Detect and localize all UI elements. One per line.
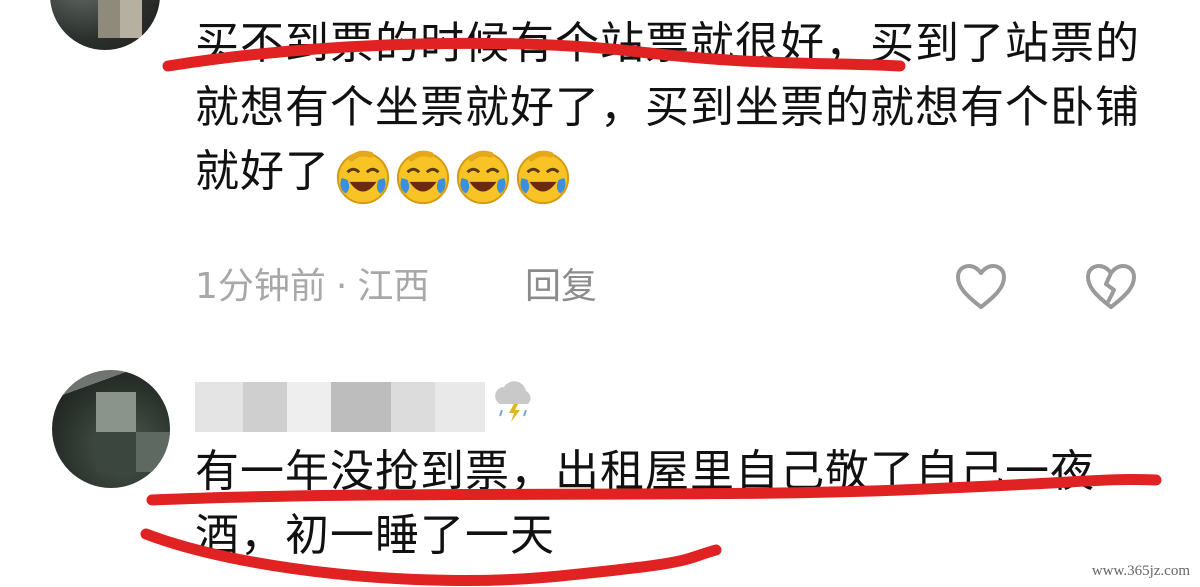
laugh-cry-emoji-icon [396, 150, 450, 205]
laugh-cry-emoji-icon [516, 150, 570, 205]
avatar-mosaic [96, 432, 136, 472]
username-mosaic [435, 382, 485, 432]
avatar-mosaic [136, 432, 170, 472]
avatar-mosaic [96, 392, 136, 432]
username-mosaic [195, 382, 243, 432]
comment-meta: 1分钟前 · 江西 [195, 262, 429, 312]
username-mosaic [331, 382, 391, 432]
watermark: www.365jz.com [1087, 562, 1194, 581]
avatar[interactable] [50, 0, 160, 50]
laugh-cry-emoji-icon [456, 150, 510, 205]
thunderstorm-icon [495, 381, 531, 422]
avatar-mosaic [98, 0, 142, 38]
comment-body: 买不到票的时候有个站票就很好，买到了站票的就想有个坐票就好了，买到坐票的就想有个… [195, 12, 1155, 205]
username-mosaic [287, 382, 331, 432]
emoji-row [334, 144, 574, 205]
comment-time: 1分钟前 [195, 266, 326, 307]
meta-separator: · [335, 266, 348, 307]
comment-text: 有一年没抢到票，出租屋里自己敬了自己一夜酒，初一睡了一天 [195, 446, 1095, 561]
comment-body: 有一年没抢到票，出租屋里自己敬了自己一夜酒，初一睡了一天 [195, 440, 1125, 568]
laugh-cry-emoji-icon [336, 150, 390, 205]
comment-location: 江西 [357, 266, 430, 307]
username-blurred [195, 378, 525, 438]
broken-heart-icon[interactable] [1084, 262, 1138, 312]
comment-card: 买不到票的时候有个站票就很好，买到了站票的就想有个坐票就好了，买到坐票的就想有个… [0, 0, 1200, 340]
comment-card: 有一年没抢到票，出租屋里自己敬了自己一夜酒，初一睡了一天 [0, 340, 1200, 587]
avatar[interactable] [52, 370, 170, 488]
reply-button[interactable]: 回复 [525, 262, 597, 312]
heart-outline-icon[interactable] [954, 262, 1008, 312]
username-mosaic [243, 382, 287, 432]
username-mosaic [391, 382, 435, 432]
